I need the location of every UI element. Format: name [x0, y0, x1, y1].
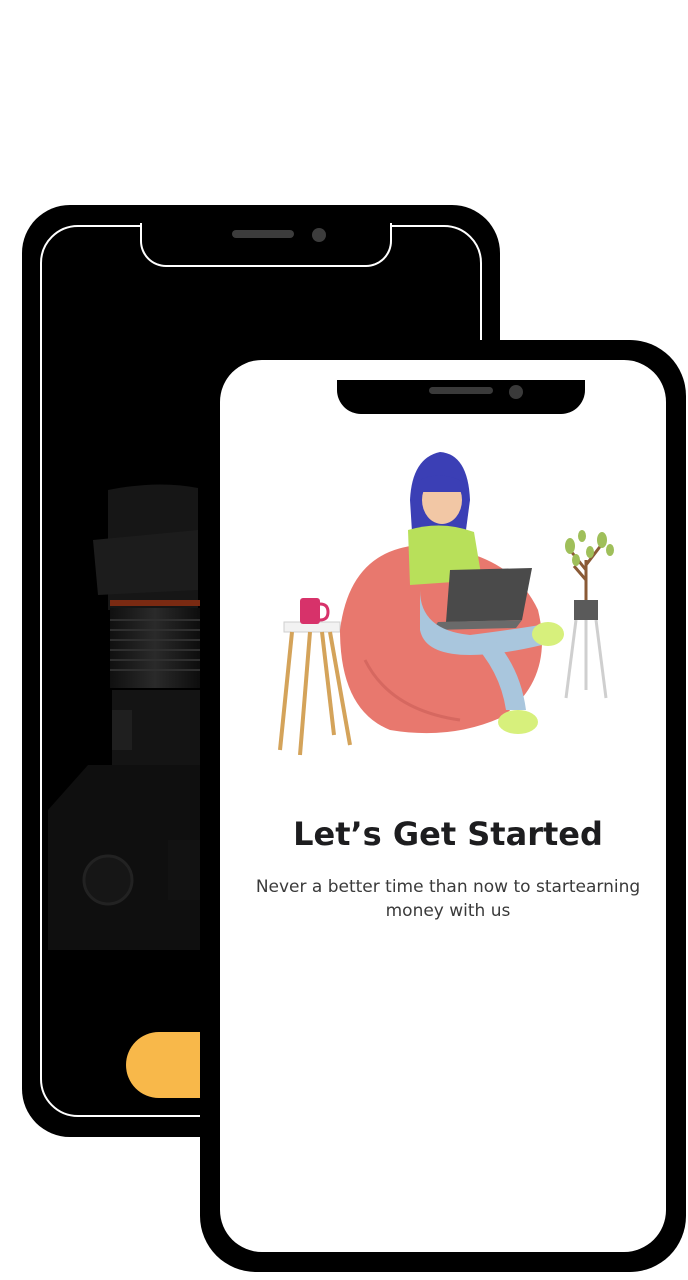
page-subtitle: Never a better time than now to startear… [255, 877, 641, 921]
front-phone-speaker [429, 387, 493, 394]
front-phone-camera-dot [509, 385, 523, 399]
girl-laptop-beanbag-illustration [278, 452, 614, 756]
front-phone-notch [337, 380, 585, 414]
camera-illustration [48, 484, 200, 950]
back-phone-camera-dot [312, 228, 326, 242]
back-phone-speaker [232, 230, 294, 238]
page-title: Let’s Get Started [293, 815, 603, 853]
